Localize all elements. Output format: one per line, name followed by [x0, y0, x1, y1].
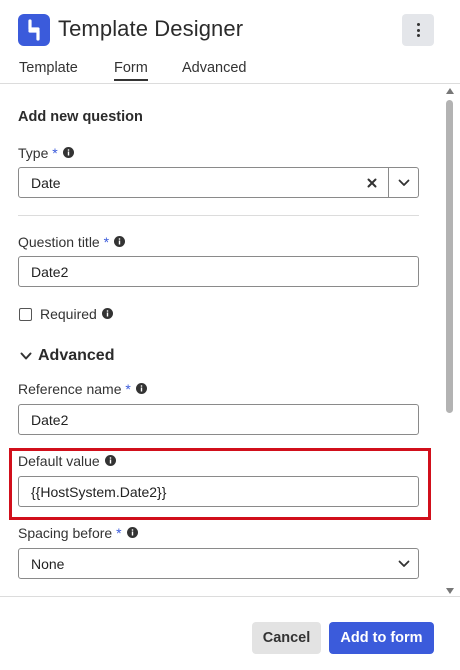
scroll-up-icon[interactable]: [446, 88, 454, 94]
highlight-box: [9, 448, 431, 520]
chevron-down-icon: [398, 560, 410, 567]
chevron-down-icon[interactable]: [20, 352, 32, 361]
question-title-input[interactable]: Date2: [18, 256, 419, 287]
tab-template[interactable]: Template: [19, 60, 78, 76]
info-icon: [135, 383, 147, 394]
form-panel: Add new question Type * Date Question ti…: [0, 84, 460, 596]
section-title: Add new question: [18, 109, 143, 125]
info-icon: [101, 308, 113, 319]
type-label: Type *: [18, 145, 74, 161]
divider: [18, 215, 419, 216]
more-vertical-icon: [416, 23, 420, 26]
app-header: Template Designer: [0, 0, 460, 60]
required-label: Required: [40, 306, 113, 322]
app-title: Template Designer: [58, 16, 244, 41]
info-icon: [114, 236, 126, 247]
scrollbar-thumb[interactable]: [446, 100, 453, 413]
type-select[interactable]: Date: [18, 167, 419, 198]
info-icon: [126, 527, 138, 538]
spacing-before-label: Spacing before *: [18, 525, 138, 541]
scroll-down-icon[interactable]: [446, 588, 454, 594]
more-options-button[interactable]: [402, 14, 434, 46]
tab-advanced[interactable]: Advanced: [182, 60, 247, 76]
chevron-down-icon[interactable]: [398, 179, 410, 187]
dialog-footer: Cancel Add to form: [0, 596, 460, 670]
scrollbar[interactable]: [443, 86, 457, 596]
tab-form[interactable]: Form: [114, 60, 148, 81]
clear-icon[interactable]: [367, 178, 377, 188]
tab-bar: Template Form Advanced: [0, 58, 460, 84]
info-icon: [62, 147, 74, 158]
reference-name-label: Reference name *: [18, 381, 147, 397]
spacing-before-select[interactable]: None: [18, 548, 419, 579]
reference-name-input[interactable]: Date2: [18, 404, 419, 435]
app-logo-icon: [18, 14, 50, 46]
cancel-button[interactable]: Cancel: [252, 622, 321, 654]
add-to-form-button[interactable]: Add to form: [329, 622, 434, 654]
question-title-label: Question title *: [18, 234, 126, 250]
required-checkbox[interactable]: [19, 308, 32, 321]
advanced-section-toggle[interactable]: Advanced: [38, 347, 114, 365]
